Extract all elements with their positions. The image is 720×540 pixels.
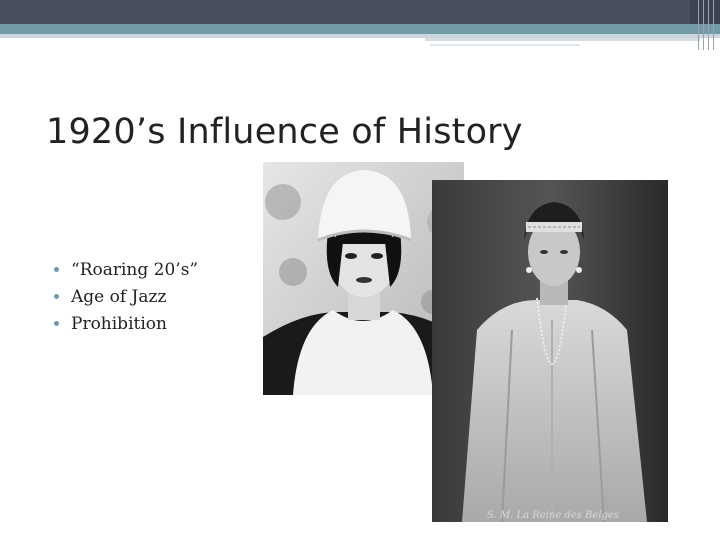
bullet-icon	[54, 321, 59, 326]
decorative-line	[425, 38, 700, 41]
accent-band	[0, 24, 720, 34]
bullet-text: Prohibition	[71, 313, 167, 334]
slide-title: 1920’s Influence of History	[46, 112, 523, 152]
decorative-vertical-lines	[696, 0, 720, 50]
top-bar	[0, 0, 720, 24]
bullet-list: “Roaring 20’s” Age of Jazz Prohibition	[54, 256, 198, 337]
bullet-text: Age of Jazz	[71, 286, 167, 307]
bullet-item: Age of Jazz	[54, 283, 198, 310]
decorative-line	[430, 44, 580, 46]
bullet-icon	[54, 267, 59, 272]
bullet-text: “Roaring 20’s”	[71, 259, 199, 280]
photo-caption: S. M. La Reine des Belges	[487, 510, 619, 521]
photo-woman-headband: S. M. La Reine des Belges	[432, 180, 668, 522]
bullet-item: “Roaring 20’s”	[54, 256, 198, 283]
bullet-item: Prohibition	[54, 310, 198, 337]
bullet-icon	[54, 294, 59, 299]
